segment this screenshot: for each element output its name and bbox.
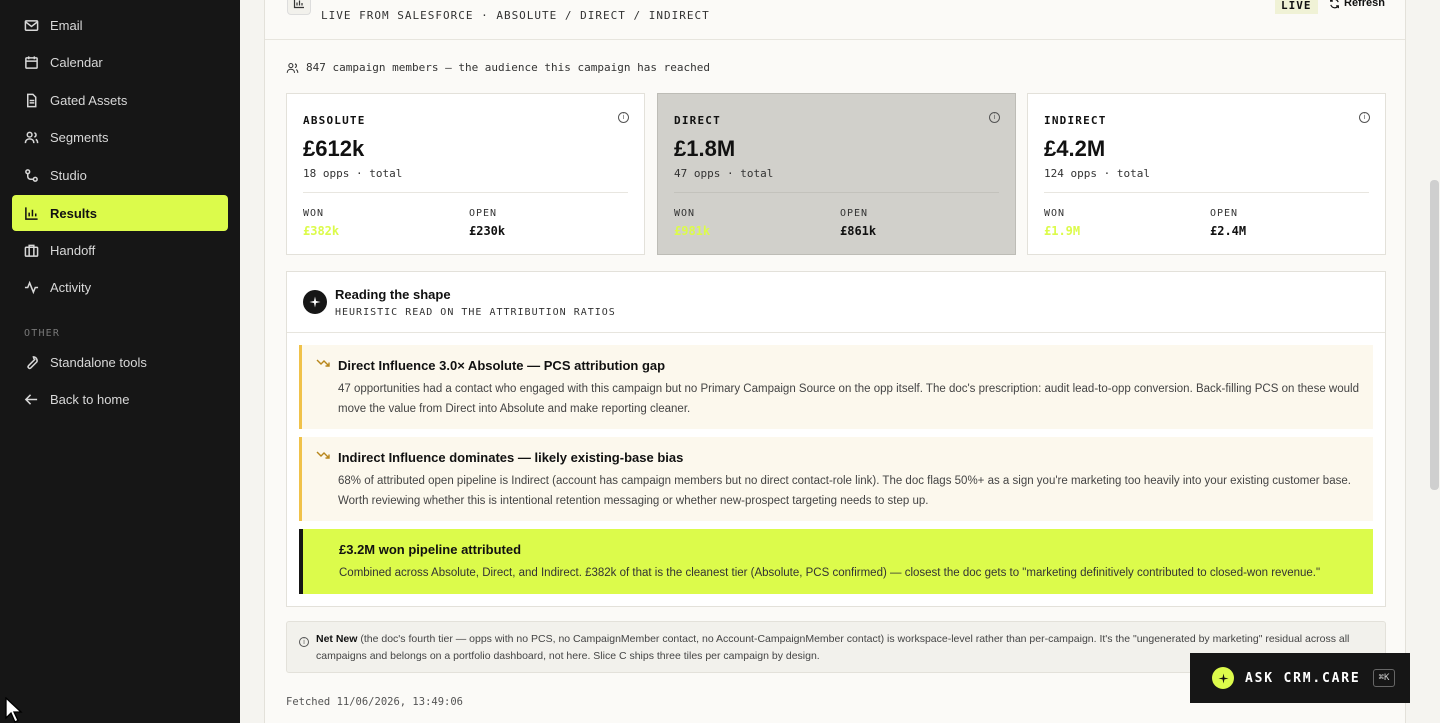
card-opps-count: 18 opps · total [303, 167, 403, 180]
insight-direct-influence: Direct Influence 3.0× Absolute — PCS att… [299, 345, 1373, 429]
ask-label: ASK CRM.CARE [1245, 670, 1361, 686]
scrollbar-thumb[interactable] [1430, 180, 1439, 490]
trend-down-icon [316, 359, 330, 367]
live-badge: LIVE [1275, 0, 1318, 14]
info-icon[interactable]: i [1359, 112, 1370, 123]
sidebar-item-calendar[interactable]: Calendar [12, 44, 228, 80]
insight-body: Combined across Absolute, Direct, and In… [339, 567, 1321, 579]
open-value: £2.4M [1210, 224, 1247, 238]
sidebar-item-gated-assets[interactable]: Gated Assets [12, 82, 228, 118]
won-label: WON [1044, 208, 1066, 219]
fetched-timestamp: Fetched 11/06/2026, 13:49:06 [286, 696, 464, 708]
won-label: WON [674, 208, 696, 219]
wrench-icon [24, 355, 39, 370]
open-label: OPEN [1210, 208, 1239, 219]
sidebar-item-label: Segments [50, 129, 109, 145]
sidebar-item-activity[interactable]: Activity [12, 269, 228, 305]
chart-icon [287, 0, 311, 15]
ask-crm-care-button[interactable]: ASK CRM.CARE ⌘K [1190, 653, 1410, 703]
info-icon[interactable]: i [618, 112, 629, 123]
card-absolute[interactable]: ABSOLUTE i £612k 18 opps · total WON £38… [286, 93, 645, 255]
sparkle-icon [303, 290, 327, 314]
insight-body: 68% of attributed open pipeline is Indir… [338, 475, 1351, 507]
sidebar-item-label: Email [50, 17, 83, 33]
open-label: OPEN [840, 208, 869, 219]
card-total-value: £1.8M [674, 136, 736, 161]
panel-subtitle: LIVE FROM SALESFORCE · ABSOLUTE / DIRECT… [321, 9, 710, 22]
sidebar-item-results[interactable]: Results [12, 195, 228, 231]
won-value: £1.9M [1044, 224, 1081, 238]
sidebar-section-other: OTHER [24, 328, 61, 339]
open-value: £861k [840, 224, 877, 238]
document-icon [24, 93, 39, 108]
bar-chart-icon [24, 206, 39, 221]
arrow-left-icon [24, 392, 39, 407]
refresh-label: Refresh [1344, 0, 1385, 9]
members-text: 847 campaign members — the audience this… [306, 61, 710, 74]
members-summary: 847 campaign members — the audience this… [286, 61, 710, 74]
sidebar-item-back-to-home[interactable]: Back to home [12, 381, 228, 417]
mouse-cursor-icon [5, 697, 23, 723]
info-icon: i [299, 637, 309, 647]
won-value: £382k [303, 224, 340, 238]
section-title: Reading the shape [335, 287, 451, 302]
note-bold: Net New [316, 633, 358, 645]
sparkle-icon [1212, 667, 1234, 689]
sidebar: Email Calendar Gated Assets Segments Stu… [0, 0, 240, 723]
activity-icon [24, 280, 39, 295]
open-label: OPEN [469, 208, 498, 219]
keyboard-shortcut: ⌘K [1372, 669, 1396, 687]
users-icon [24, 130, 39, 145]
reading-the-shape: Reading the shape HEURISTIC READ ON THE … [286, 271, 1386, 607]
results-panel: LIVE FROM SALESFORCE · ABSOLUTE / DIRECT… [264, 0, 1406, 723]
card-indirect[interactable]: INDIRECT i £4.2M 124 opps · total WON £1… [1027, 93, 1386, 255]
insight-body: 47 opportunities had a contact who engag… [338, 383, 1359, 415]
card-divider [674, 192, 999, 193]
section-divider [287, 332, 1385, 333]
insight-title: Direct Influence 3.0× Absolute — PCS att… [338, 358, 666, 373]
section-subtitle: HEURISTIC READ ON THE ATTRIBUTION RATIOS [335, 307, 616, 318]
briefcase-icon [24, 243, 39, 258]
calendar-icon [24, 55, 39, 70]
sidebar-item-standalone-tools[interactable]: Standalone tools [12, 344, 228, 380]
sidebar-item-email[interactable]: Email [12, 7, 228, 43]
sidebar-item-label: Gated Assets [50, 92, 128, 108]
mail-icon [24, 18, 39, 33]
refresh-icon [1330, 0, 1339, 8]
insight-title: £3.2M won pipeline attributed [339, 542, 522, 557]
insight-indirect-influence: Indirect Influence dominates — likely ex… [299, 437, 1373, 521]
card-opps-count: 124 opps · total [1044, 167, 1150, 180]
header-divider [265, 39, 1405, 40]
share-icon [24, 168, 39, 183]
sidebar-item-segments[interactable]: Segments [12, 119, 228, 155]
card-direct[interactable]: DIRECT i £1.8M 47 opps · total WON £981k… [657, 93, 1016, 255]
insight-title: Indirect Influence dominates — likely ex… [338, 450, 684, 465]
card-opps-count: 47 opps · total [674, 167, 774, 180]
sidebar-item-label: Results [50, 205, 97, 221]
sidebar-item-label: Activity [50, 279, 92, 295]
card-divider [303, 192, 628, 193]
card-total-value: £4.2M [1044, 136, 1106, 161]
won-label: WON [303, 208, 325, 219]
card-title: ABSOLUTE [303, 114, 366, 127]
refresh-button[interactable]: Refresh [1329, 0, 1385, 9]
sidebar-item-studio[interactable]: Studio [12, 157, 228, 193]
info-icon[interactable]: i [989, 112, 1000, 123]
trend-down-icon [316, 451, 330, 459]
sidebar-item-label: Back to home [50, 391, 130, 407]
won-value: £981k [674, 224, 711, 238]
sidebar-item-label: Studio [50, 167, 87, 183]
card-title: DIRECT [674, 114, 721, 127]
users-icon [286, 62, 299, 73]
open-value: £230k [469, 224, 506, 238]
sidebar-item-label: Handoff [50, 242, 96, 258]
sidebar-item-label: Standalone tools [50, 354, 147, 370]
sidebar-item-handoff[interactable]: Handoff [12, 232, 228, 268]
card-total-value: £612k [303, 136, 365, 161]
sidebar-item-label: Calendar [50, 54, 103, 70]
insight-won-pipeline: £3.2M won pipeline attributed Combined a… [299, 529, 1373, 594]
card-divider [1044, 192, 1369, 193]
card-title: INDIRECT [1044, 114, 1107, 127]
